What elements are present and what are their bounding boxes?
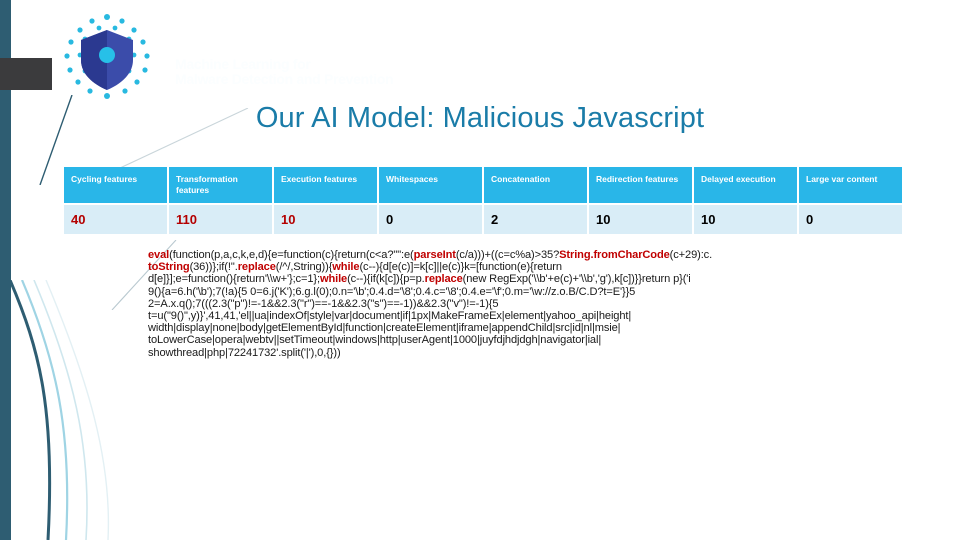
table-value-cell: 2 bbox=[484, 205, 587, 234]
table-value-cell: 40 bbox=[64, 205, 167, 234]
code-text: (new RegExp('\\b'+e(c)+'\\b','g'),k[c])}… bbox=[462, 273, 691, 286]
table-row: 40 110 10 0 2 10 10 0 bbox=[64, 205, 902, 234]
code-line: width|display|none|body|getElementById|f… bbox=[148, 322, 888, 334]
code-line: showthread|php|72241732'.split('|'),0,{}… bbox=[148, 347, 888, 359]
features-table-wrapper: Cycling features Transformation features… bbox=[62, 165, 904, 236]
code-text: 2=A.x.q();7(((2.3("p")!=-1&&2.3("r")==-1… bbox=[148, 297, 499, 310]
code-sample: eval(function(p,a,c,k,e,d){e=function(c)… bbox=[148, 249, 888, 359]
table-header-cell: Concatenation bbox=[484, 167, 587, 203]
features-table: Cycling features Transformation features… bbox=[62, 165, 904, 236]
code-text: 9(){a=6.h('\b');7(!a){5 0=6.j('K');6.g.l… bbox=[148, 285, 636, 298]
table-header-cell: Delayed execution bbox=[694, 167, 797, 203]
code-keyword: while bbox=[319, 273, 348, 286]
code-text: showthread|php|72241732'.split('|'),0,{}… bbox=[148, 346, 341, 359]
shield-logo bbox=[64, 14, 150, 99]
table-header-cell: Execution features bbox=[274, 167, 377, 203]
code-keyword: while bbox=[332, 261, 360, 274]
code-line: 9(){a=6.h('\b');7(!a){5 0=6.j('K');6.g.l… bbox=[148, 286, 888, 298]
code-text: (36))};if(!''. bbox=[189, 261, 238, 274]
table-header-cell: Redirection features bbox=[589, 167, 692, 203]
code-keyword: eval bbox=[148, 249, 170, 261]
dark-accent-block bbox=[0, 58, 52, 90]
table-value-cell: 10 bbox=[694, 205, 797, 234]
code-keyword: replace bbox=[424, 273, 463, 286]
code-keyword: toString bbox=[148, 261, 190, 274]
page-title: Our AI Model: Malicious Javascript bbox=[255, 102, 705, 134]
code-line: eval(function(p,a,c,k,e,d){e=function(c)… bbox=[148, 249, 888, 261]
code-keyword: String.fromCharCode bbox=[559, 249, 670, 261]
table-header-cell: Large var content bbox=[799, 167, 902, 203]
table-value-cell: 10 bbox=[589, 205, 692, 234]
code-line: toString(36))};if(!''.replace(/^/,String… bbox=[148, 261, 888, 273]
code-line: t=u("9()",y)}',41,41,'el||ua|indexOf|sty… bbox=[148, 310, 888, 322]
code-text: (c--){if(k[c]){p=p. bbox=[347, 273, 425, 286]
code-text: (/^/,String)){ bbox=[275, 261, 333, 274]
slide-canvas: Machine Learning for Malware Detection a… bbox=[0, 0, 960, 540]
code-line: 2=A.x.q();7(((2.3("p")!=-1&&2.3("r")==-1… bbox=[148, 298, 888, 310]
code-text: (c/a)))+((c=c%a)>35? bbox=[455, 249, 560, 261]
code-text: toLowerCase|opera|webtv||setTimeout|wind… bbox=[148, 334, 602, 347]
code-line: toLowerCase|opera|webtv||setTimeout|wind… bbox=[148, 334, 888, 346]
table-value-cell: 110 bbox=[169, 205, 272, 234]
code-text: t=u("9()",y)}',41,41,'el||ua|indexOf|sty… bbox=[148, 310, 632, 323]
table-header-cell: Transformation features bbox=[169, 167, 272, 203]
table-value-cell: 0 bbox=[799, 205, 902, 234]
code-text: (function(p,a,c,k,e,d){e=function(c){ret… bbox=[169, 249, 414, 261]
code-text: (c--){d[e(c)]=k[c]||e(c)}k=[function(e){… bbox=[359, 261, 562, 274]
code-text: width|display|none|body|getElementById|f… bbox=[148, 322, 621, 335]
code-keyword: replace bbox=[237, 261, 276, 274]
table-value-cell: 10 bbox=[274, 205, 377, 234]
code-text: d[e]}];e=function(){return'\\w+'};c=1}; bbox=[148, 273, 320, 286]
code-keyword: parseInt bbox=[413, 249, 456, 261]
code-text: (c+29):c. bbox=[669, 249, 713, 261]
watermark-text: Machine Learning for Malware Detection a… bbox=[175, 56, 394, 87]
table-header-cell: Cycling features bbox=[64, 167, 167, 203]
table-header-row: Cycling features Transformation features… bbox=[64, 167, 902, 203]
table-value-cell: 0 bbox=[379, 205, 482, 234]
code-line: d[e]}];e=function(){return'\\w+'};c=1};w… bbox=[148, 273, 888, 285]
table-header-cell: Whitespaces bbox=[379, 167, 482, 203]
